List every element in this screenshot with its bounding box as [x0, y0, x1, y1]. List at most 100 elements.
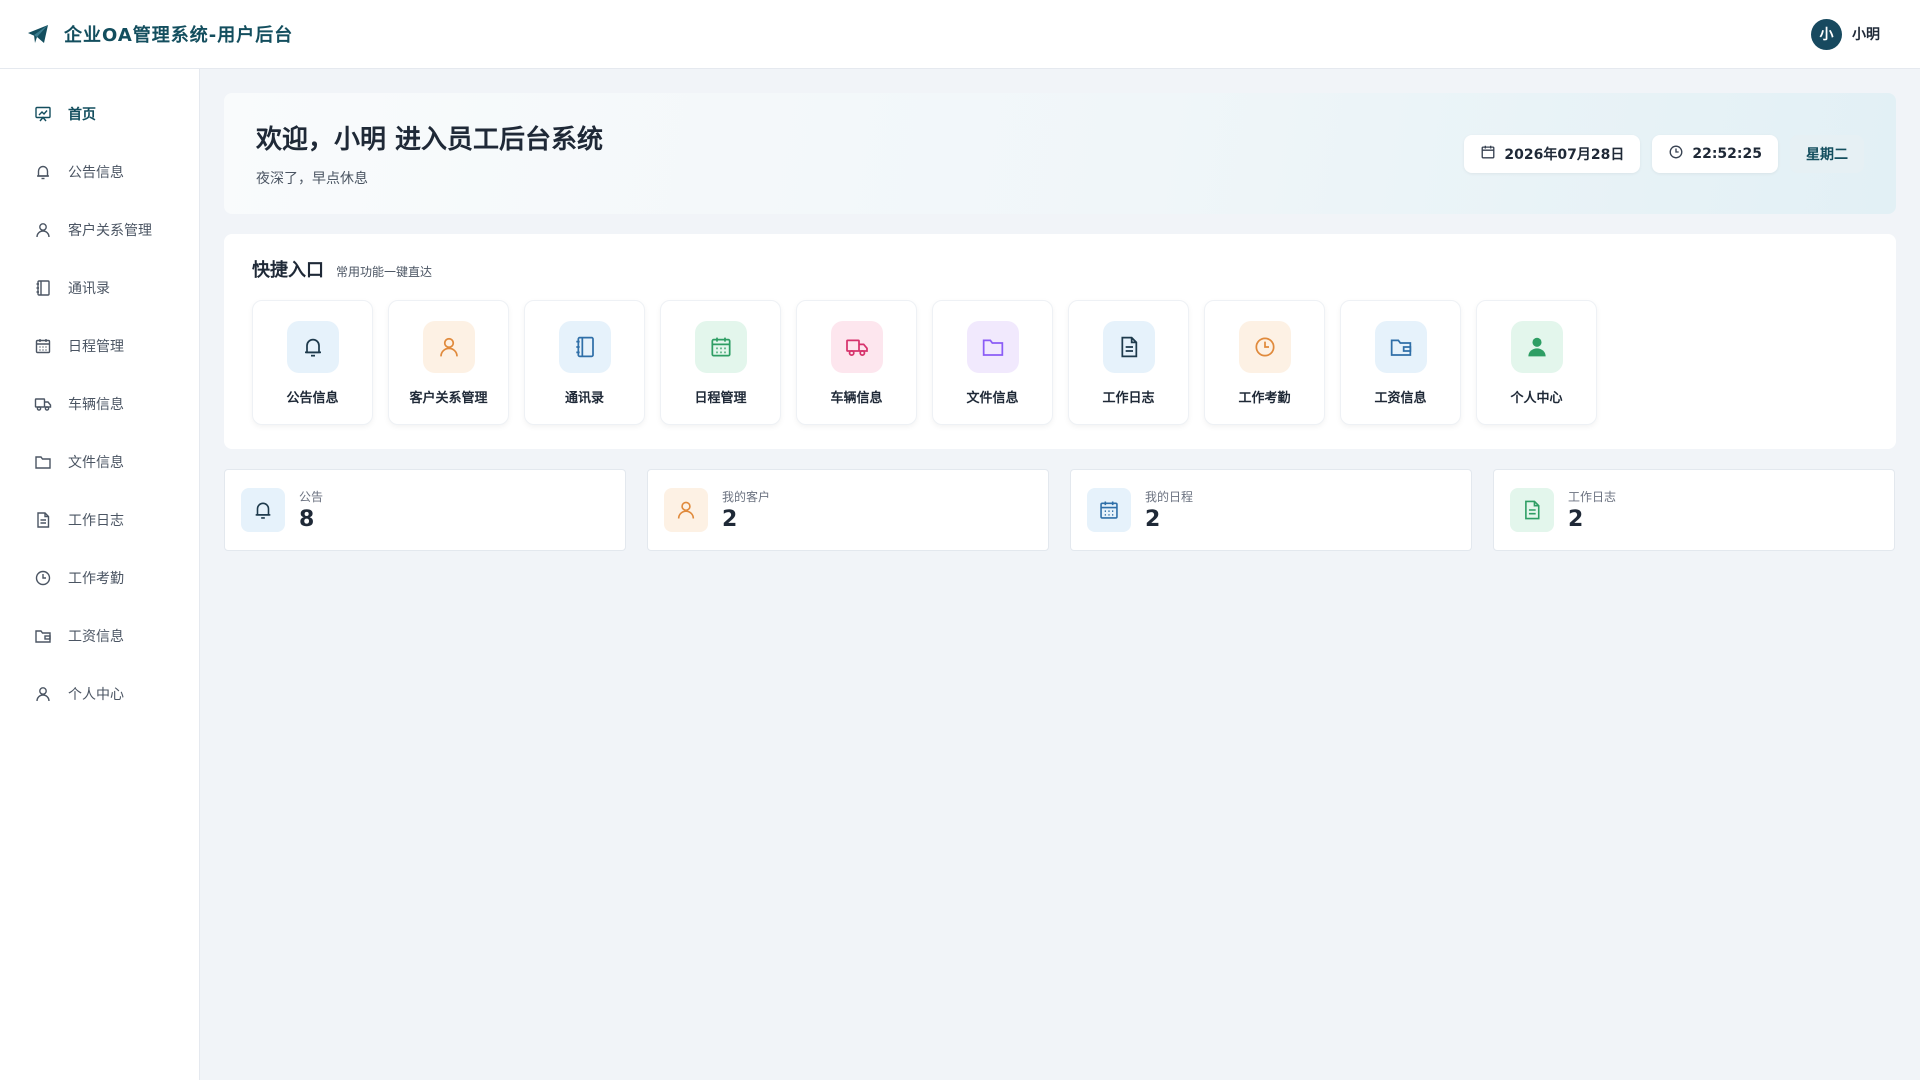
- quick-tile-contacts[interactable]: 通讯录: [524, 300, 645, 425]
- document-icon: [1510, 488, 1554, 532]
- stat-label: 工作日志: [1568, 490, 1617, 504]
- stat-card-schedule[interactable]: 我的日程 2: [1070, 469, 1472, 551]
- wallet-icon: [1374, 321, 1427, 373]
- quick-tile-label: 通讯录: [564, 391, 604, 406]
- quick-tile-crm[interactable]: 客户关系管理: [388, 300, 509, 425]
- address-book-icon: [558, 321, 611, 373]
- quick-tile-label: 工作日志: [1102, 391, 1155, 406]
- dashboard-icon: [34, 105, 52, 123]
- stat-card-announcements[interactable]: 公告 8: [224, 469, 626, 551]
- stat-label: 公告: [299, 490, 324, 504]
- user-menu[interactable]: 小 小明: [1811, 18, 1880, 50]
- calendar-icon: [34, 337, 52, 355]
- sidebar-item-label: 首页: [68, 107, 96, 123]
- quick-tile-profile[interactable]: 个人中心: [1476, 300, 1597, 425]
- quick-tile-work-log[interactable]: 工作日志: [1068, 300, 1189, 425]
- sidebar-item-label: 日程管理: [68, 339, 124, 355]
- stat-card-customers[interactable]: 我的客户 2: [647, 469, 1049, 551]
- sidebar-item-schedule[interactable]: 日程管理: [0, 317, 199, 375]
- sidebar-item-crm[interactable]: 客户关系管理: [0, 201, 199, 259]
- quick-tile-files[interactable]: 文件信息: [932, 300, 1053, 425]
- person-filled-icon: [1510, 321, 1563, 373]
- sidebar-item-label: 通讯录: [68, 281, 110, 297]
- clock-icon: [34, 569, 52, 587]
- calendar-icon: [1087, 488, 1131, 532]
- calendar-icon: [1480, 144, 1496, 164]
- quick-access-title: 快捷入口: [252, 260, 324, 281]
- clock-icon: [1668, 144, 1684, 164]
- quick-tile-label: 工作考勤: [1238, 391, 1291, 406]
- sidebar-item-work-log[interactable]: 工作日志: [0, 491, 199, 549]
- paper-plane-icon: [26, 22, 50, 46]
- folder-icon: [966, 321, 1019, 373]
- quick-tile-label: 公告信息: [286, 391, 339, 406]
- sidebar: 首页 公告信息 客户关系管理 通讯录 日程管理 车辆信息 文件信息 工作日志 工…: [0, 69, 200, 1080]
- sidebar-item-vehicles[interactable]: 车辆信息: [0, 375, 199, 433]
- welcome-subtitle: 夜深了，早点休息: [256, 171, 368, 187]
- date-chip: 2026年07月28日: [1464, 134, 1641, 173]
- current-weekday: 星期二: [1806, 146, 1848, 163]
- sidebar-item-label: 客户关系管理: [68, 223, 152, 239]
- main-content: 欢迎，小明 进入员工后台系统 夜深了，早点休息 2026年07月28日 22:5…: [224, 93, 1896, 551]
- quick-tile-label: 工资信息: [1374, 391, 1427, 406]
- sidebar-item-label: 工作考勤: [68, 571, 124, 587]
- sidebar-item-label: 车辆信息: [68, 397, 124, 413]
- app-title: 企业OA管理系统-用户后台: [64, 25, 294, 46]
- avatar[interactable]: 小: [1811, 18, 1842, 50]
- bell-icon: [34, 163, 52, 181]
- sidebar-item-home[interactable]: 首页: [0, 85, 199, 143]
- user-name[interactable]: 小明: [1852, 24, 1880, 44]
- address-book-icon: [34, 279, 52, 297]
- sidebar-item-announcements[interactable]: 公告信息: [0, 143, 199, 201]
- stat-value: 2: [722, 507, 738, 532]
- wallet-icon: [34, 627, 52, 645]
- quick-tile-label: 客户关系管理: [409, 391, 488, 406]
- user-icon: [34, 685, 52, 703]
- quick-tile-label: 个人中心: [1510, 391, 1563, 406]
- sidebar-item-label: 工作日志: [68, 513, 124, 529]
- sidebar-item-label: 文件信息: [68, 455, 124, 471]
- welcome-banner: 欢迎，小明 进入员工后台系统 夜深了，早点休息 2026年07月28日 22:5…: [224, 93, 1896, 214]
- sidebar-item-label: 工资信息: [68, 629, 124, 645]
- quick-tile-announcements[interactable]: 公告信息: [252, 300, 373, 425]
- user-icon: [34, 221, 52, 239]
- quick-tile-label: 文件信息: [966, 391, 1019, 406]
- quick-tile-vehicles[interactable]: 车辆信息: [796, 300, 917, 425]
- current-time: 22:52:25: [1692, 145, 1762, 162]
- top-bar: 企业OA管理系统-用户后台 小 小明: [0, 0, 1920, 69]
- stat-label: 我的客户: [722, 490, 771, 504]
- quick-tile-salary[interactable]: 工资信息: [1340, 300, 1461, 425]
- user-icon: [422, 321, 475, 373]
- current-date: 2026年07月28日: [1504, 146, 1625, 163]
- weekday-chip: 星期二: [1790, 134, 1864, 173]
- stat-label: 我的日程: [1145, 490, 1194, 504]
- quick-tile-attendance[interactable]: 工作考勤: [1204, 300, 1325, 425]
- stats-row: 公告 8 我的客户 2 我的日程 2 工作日志 2: [224, 469, 1896, 551]
- user-icon: [664, 488, 708, 532]
- brand[interactable]: 企业OA管理系统-用户后台: [26, 21, 293, 47]
- stat-value: 8: [299, 507, 315, 532]
- document-icon: [34, 511, 52, 529]
- stat-value: 2: [1568, 507, 1584, 532]
- quick-access-subtitle: 常用功能一键直达: [336, 265, 433, 279]
- welcome-title: 欢迎，小明 进入员工后台系统: [256, 125, 604, 155]
- bell-icon: [241, 488, 285, 532]
- sidebar-item-salary[interactable]: 工资信息: [0, 607, 199, 665]
- quick-tile-schedule[interactable]: 日程管理: [660, 300, 781, 425]
- sidebar-item-files[interactable]: 文件信息: [0, 433, 199, 491]
- quick-access-panel: 快捷入口 常用功能一键直达 公告信息 客户关系管理 通讯录 日程管理 车辆信息 …: [224, 234, 1896, 449]
- calendar-icon: [694, 321, 747, 373]
- stat-card-work-log[interactable]: 工作日志 2: [1493, 469, 1895, 551]
- quick-tile-label: 车辆信息: [830, 391, 883, 406]
- stat-value: 2: [1145, 507, 1161, 532]
- truck-icon: [34, 395, 52, 413]
- sidebar-item-profile[interactable]: 个人中心: [0, 665, 199, 723]
- sidebar-item-contacts[interactable]: 通讯录: [0, 259, 199, 317]
- sidebar-item-label: 个人中心: [68, 687, 124, 703]
- quick-tile-label: 日程管理: [694, 391, 747, 406]
- clock-icon: [1238, 321, 1291, 373]
- sidebar-item-label: 公告信息: [68, 165, 124, 181]
- bell-icon: [286, 321, 339, 373]
- truck-icon: [830, 321, 883, 373]
- sidebar-item-attendance[interactable]: 工作考勤: [0, 549, 199, 607]
